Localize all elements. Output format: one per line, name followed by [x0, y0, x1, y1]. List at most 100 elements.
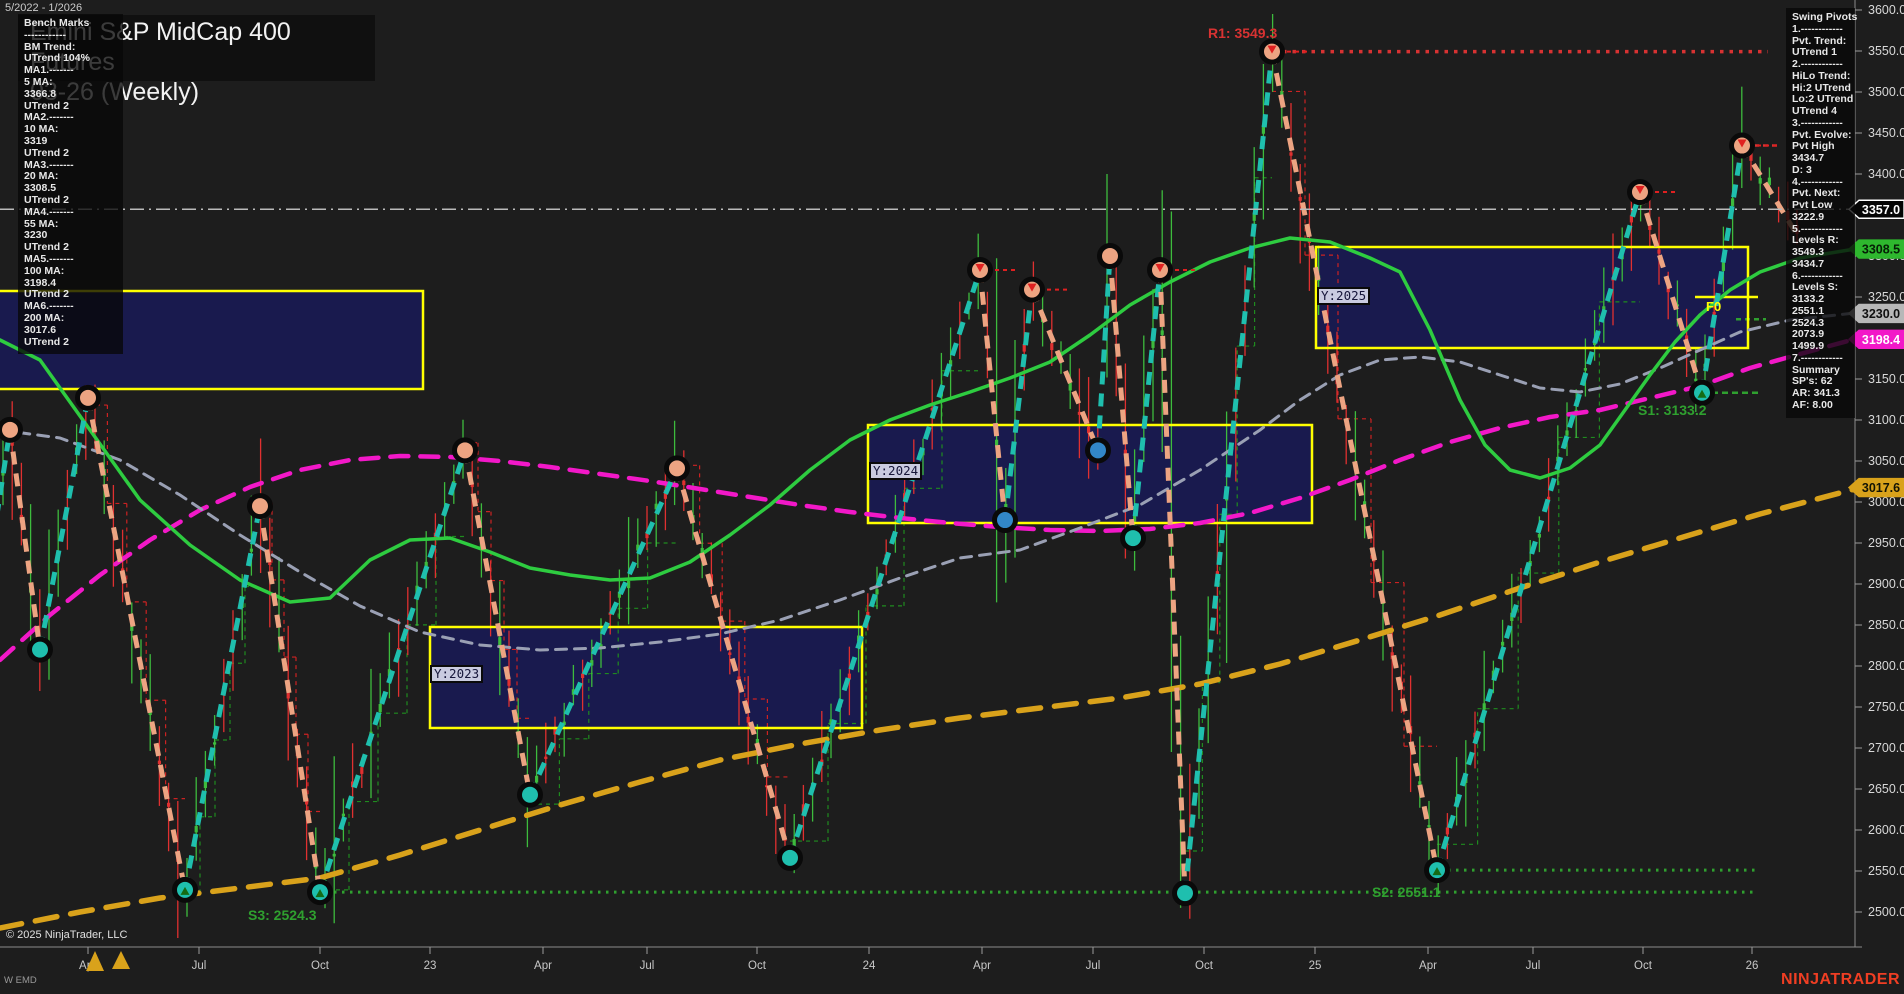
price-tag-label: 3230.0	[1862, 307, 1900, 321]
s1-label: S1: 3133.2	[1638, 402, 1707, 418]
swing-pivot-line: 3.------------	[1792, 116, 1843, 129]
benchmark-line: UTrend 2	[24, 335, 69, 348]
ninjatrader-chart-window: 5/2022 - 1/2026 Emini S&P MidCap 400 Fut…	[0, 0, 1904, 994]
price-tick-label: 3250.0	[1868, 290, 1904, 304]
swing-pivot-line: 1499.9	[1792, 340, 1825, 352]
pivot-low-marker[interactable]	[992, 507, 1018, 534]
pivot-low-marker[interactable]	[777, 844, 803, 871]
copyright-label: © 2025 NinjaTrader, LLC	[6, 929, 128, 941]
price-tick-label: 2650.0	[1868, 782, 1904, 796]
pivot-low-marker[interactable]	[27, 636, 53, 663]
price-tick-label: 2700.0	[1868, 741, 1904, 755]
flag-icon	[112, 951, 130, 969]
swing-pivot-line: D: 3	[1792, 163, 1812, 176]
time-tick-label: Apr	[534, 960, 552, 972]
swing-segment	[1095, 255, 1113, 451]
swing-pivots-panel: Swing Pivots 1.------------ Pvt. Trend: UTr…	[1786, 8, 1857, 418]
price-tick-label: 3550.0	[1868, 44, 1904, 58]
swing-pivot-line: AR: 341.3	[1792, 387, 1840, 399]
benchmark-line: ------------	[24, 28, 66, 41]
swing-pivot-line: 3549.3	[1792, 246, 1825, 258]
price-tick-label: 2600.0	[1868, 823, 1904, 837]
price-tag-label: 3017.6	[1862, 481, 1900, 495]
swing-segment	[462, 449, 533, 796]
pivot-low-marker[interactable]	[1120, 525, 1146, 552]
time-tick-label: 24	[863, 960, 876, 972]
benchmark-line: 3017.6	[24, 323, 57, 336]
swing-pivot-line: 3434.7	[1792, 152, 1825, 164]
time-tick-label: 25	[1309, 960, 1322, 972]
series-tag-label: W EMD	[4, 975, 37, 986]
pivot-high-marker[interactable]	[247, 493, 273, 520]
price-tag-label: 3198.4	[1862, 333, 1900, 347]
chart-canvas[interactable]: R1: 3549.3 S3: 2524.3 S2: 2551.1 S1: 3133.2…	[0, 0, 1904, 994]
benchmark-line: 200 MA:	[24, 311, 65, 324]
price-tag-label: 3308.5	[1862, 243, 1900, 257]
benchmark-line: 5 MA:	[24, 75, 53, 88]
s2-label: S2: 2551.1	[1372, 884, 1441, 900]
pivot-low-marker[interactable]	[1172, 880, 1198, 907]
swing-pivot-line: 3133.2	[1792, 293, 1825, 305]
price-tick-label: 3100.0	[1868, 413, 1904, 427]
year-box-fill	[430, 627, 862, 728]
benchmark-line: MA5.-------	[24, 252, 74, 265]
pivot-low-marker[interactable]	[1085, 437, 1111, 464]
swing-pivot-line: 3222.9	[1792, 210, 1825, 223]
pivot-low-marker[interactable]	[517, 781, 543, 808]
price-tag-label: 3357.0	[1862, 203, 1900, 217]
pivot-high-marker[interactable]	[1097, 243, 1123, 269]
price-tick-label: 2800.0	[1868, 659, 1904, 673]
pivot-high-marker[interactable]	[0, 416, 23, 443]
price-tick-label: 2500.0	[1868, 905, 1904, 919]
time-tick-label: Oct	[311, 960, 330, 972]
swing-pivot-line: HiLo Trend:	[1792, 69, 1851, 82]
year-box-label-2025[interactable]: Y:2025	[1317, 287, 1371, 305]
time-tick-label: 26	[1746, 960, 1759, 972]
swing-pivot-line: 7.------------	[1792, 351, 1843, 364]
benchmark-line: 3366.8	[24, 87, 57, 100]
time-tick-label: Oct	[1634, 960, 1653, 972]
swing-pivot-line: 3434.7	[1792, 257, 1825, 270]
benchmark-line: MA4.-------	[24, 205, 74, 218]
pivot-high-marker[interactable]	[664, 455, 690, 482]
time-tick-label: Oct	[1195, 960, 1214, 972]
pivot-high-marker[interactable]	[452, 437, 478, 464]
price-tick-label: 2550.0	[1868, 864, 1904, 878]
r1-label: R1: 3549.3	[1208, 25, 1277, 41]
year-box-label-2024[interactable]: Y:2024	[869, 462, 923, 480]
pivot-high-marker[interactable]	[75, 384, 101, 411]
price-tick-label: 2950.0	[1868, 536, 1904, 550]
price-tick-label: 2900.0	[1868, 577, 1904, 591]
swing-pivot-line: UTrend 4	[1792, 105, 1837, 117]
time-tick-label: Apr	[1419, 960, 1437, 972]
benchmark-line: UTrend 2	[24, 146, 69, 159]
price-tick-label: 3500.0	[1868, 85, 1904, 99]
swing-segment	[1157, 269, 1188, 894]
time-tick-label: Jul	[192, 960, 207, 972]
date-range-label: 5/2022 - 1/2026	[5, 2, 83, 14]
s3-label: S3: 2524.3	[248, 907, 317, 923]
swing-segment	[787, 269, 983, 859]
price-tick-label: 3600.0	[1868, 3, 1904, 17]
swing-pivot-line: Pvt Low	[1792, 199, 1833, 211]
time-tick-label: Jul	[1526, 960, 1541, 972]
price-tick-label: 2750.0	[1868, 700, 1904, 714]
ninjatrader-logo: NINJATRADER	[1781, 971, 1900, 988]
year-box-label-2023[interactable]: Y:2023	[430, 665, 484, 683]
benchmarks-panel: Bench Marks ------------ BM Trend: UTrend 1…	[18, 14, 123, 355]
swing-pivot-line: 1.------------	[1792, 22, 1843, 35]
swing-pivot-line: 2551.1	[1792, 304, 1825, 317]
swing-segment	[85, 397, 188, 891]
time-tick-label: 23	[424, 960, 437, 972]
price-tick-label: 3450.0	[1868, 126, 1904, 140]
price-tick-label: 3050.0	[1868, 454, 1904, 468]
f0-label: F0	[1706, 299, 1721, 314]
swing-pivot-line: 2.------------	[1792, 58, 1843, 70]
price-tick-label: 3150.0	[1868, 372, 1904, 386]
ma-200-line	[0, 486, 1858, 931]
time-tick-label: Jul	[1086, 960, 1101, 972]
time-tick-label: Apr	[973, 960, 991, 972]
price-tick-label: 3400.0	[1868, 167, 1904, 181]
time-tick-label: Jul	[640, 960, 655, 972]
swing-segment	[257, 505, 323, 893]
